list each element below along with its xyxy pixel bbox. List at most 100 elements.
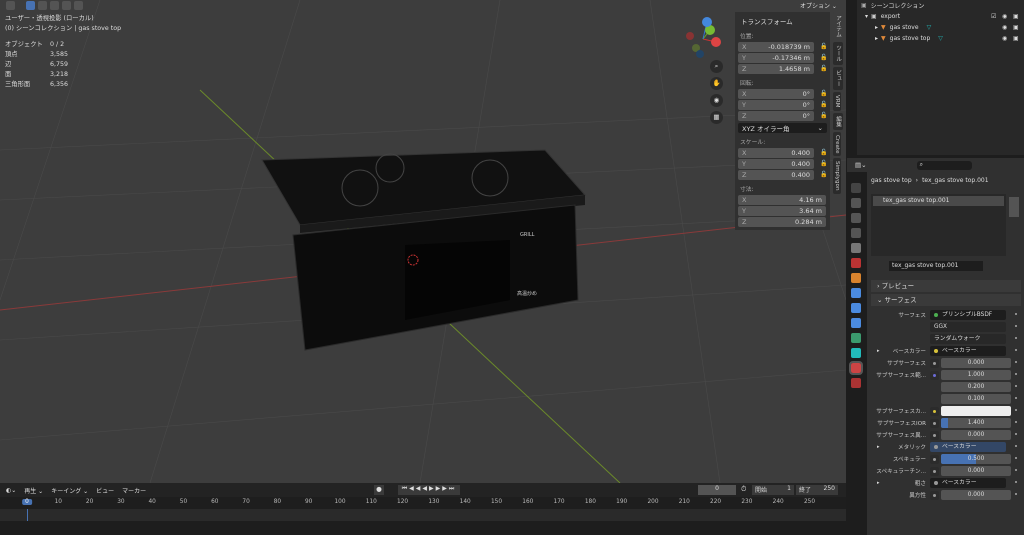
keyframe-dot-icon[interactable] — [1015, 325, 1017, 327]
property-number-field[interactable]: 0.000 — [941, 490, 1011, 500]
material-icon[interactable] — [849, 361, 863, 375]
property-number-field[interactable]: 1.000 — [941, 370, 1011, 380]
data-icon[interactable] — [851, 348, 861, 358]
tab-item[interactable]: アイテム — [833, 12, 843, 41]
tab-edit[interactable]: 編集 — [833, 112, 843, 130]
lock-icon[interactable]: 🔓 — [820, 160, 827, 167]
lock-icon[interactable]: 🔓 — [820, 90, 827, 97]
constraints-icon[interactable] — [851, 333, 861, 343]
editor-type-icon[interactable]: ▤⌄ — [855, 161, 867, 169]
property-number-field[interactable]: 0.100 — [941, 394, 1011, 404]
property-number-field[interactable]: 1.400 — [941, 418, 1011, 428]
camera-icon[interactable]: ◉ — [710, 94, 723, 107]
expand-arrow-icon[interactable]: ▸ — [877, 444, 880, 450]
property-link[interactable]: プリンシプルBSDF — [930, 310, 1006, 320]
preview-panel-header[interactable]: › プレビュー — [871, 280, 1021, 292]
keyframe-dot-icon[interactable] — [1015, 457, 1017, 459]
output-icon[interactable] — [851, 213, 861, 223]
menu-marker[interactable]: マーカー — [122, 486, 146, 495]
property-number-field[interactable]: 0.000 — [941, 358, 1011, 368]
keyframe-dot-icon[interactable] — [1015, 493, 1017, 495]
location-z-field[interactable]: Z 1.4658 m — [738, 64, 814, 74]
zoom-icon[interactable]: ⌕ — [710, 60, 723, 73]
dimension-y-field[interactable]: Y 3.64 m — [738, 206, 826, 216]
select-invert-icon[interactable] — [74, 1, 83, 10]
keyframe-dot-icon[interactable] — [1015, 361, 1017, 363]
particles-icon[interactable] — [851, 303, 861, 313]
start-frame-field[interactable]: 開始 1 — [752, 485, 794, 495]
keyframe-dot-icon[interactable] — [1015, 337, 1017, 339]
material-slot[interactable]: tex_gas stove top.001 — [873, 196, 1004, 206]
camera-icon[interactable]: ▣ — [1013, 35, 1019, 42]
playhead[interactable] — [27, 509, 28, 521]
select-subtract-icon[interactable] — [50, 1, 59, 10]
keyframe-dot-icon[interactable] — [1015, 313, 1017, 315]
outliner-item-gas-stove-top[interactable]: ▸ ▼ gas stove top ▽ ◉ ▣ — [857, 33, 1024, 44]
object-icon[interactable] — [851, 273, 861, 283]
socket-icon[interactable] — [930, 430, 939, 440]
location-y-field[interactable]: Y -0.17346 m — [738, 53, 814, 63]
menu-playback[interactable]: 再生 ⌄ — [24, 486, 43, 495]
menu-view[interactable]: ビュー — [96, 486, 114, 495]
property-link[interactable]: ベースカラー — [930, 346, 1006, 356]
select-intersect-icon[interactable] — [62, 1, 71, 10]
texture-icon[interactable] — [851, 378, 861, 388]
rotation-y-field[interactable]: Y 0° — [738, 100, 814, 110]
keyframe-dot-icon[interactable] — [1015, 349, 1017, 351]
keyframe-dot-icon[interactable] — [1015, 433, 1017, 435]
socket-icon[interactable] — [930, 370, 939, 380]
material-name-field[interactable]: tex_gas stove top.001 — [889, 261, 983, 271]
lock-icon[interactable]: 🔓 — [820, 43, 827, 50]
navigation-gizmo[interactable] — [680, 14, 725, 59]
material-slots-list[interactable]: tex_gas stove top.001 — [871, 194, 1006, 256]
add-remove-slot-buttons[interactable] — [1009, 197, 1019, 217]
socket-icon[interactable] — [930, 418, 939, 428]
lock-icon[interactable]: 🔓 — [820, 65, 827, 72]
property-link[interactable]: ベースカラー — [930, 478, 1006, 488]
socket-icon[interactable] — [930, 406, 939, 416]
dimension-x-field[interactable]: X 4.16 m — [738, 195, 826, 205]
tab-create[interactable]: Create — [833, 131, 841, 157]
rotation-mode-select[interactable]: XYZ オイラー角 ⌄ — [738, 123, 827, 133]
keyframe-dot-icon[interactable] — [1015, 421, 1017, 423]
keyframe-dot-icon[interactable] — [1015, 409, 1017, 411]
dimension-z-field[interactable]: Z 0.284 m — [738, 217, 826, 227]
record-button[interactable]: ● — [374, 485, 384, 495]
current-frame-field[interactable]: 0 — [698, 485, 736, 495]
editor-type-icon[interactable]: ◐⌄ — [6, 487, 16, 494]
outliner-item-gas-stove[interactable]: ▸ ▼ gas stove ▽ ◉ ▣ — [857, 22, 1024, 33]
outliner-collection-export[interactable]: ▾ ▣ export ☑ ◉ ▣ — [857, 11, 1024, 22]
checkbox-icon[interactable]: ☑ — [991, 13, 996, 20]
camera-icon[interactable]: ▣ — [1013, 13, 1019, 20]
property-number-field[interactable]: 0.000 — [941, 466, 1011, 476]
lock-icon[interactable]: 🔓 — [820, 171, 827, 178]
rotation-x-field[interactable]: X 0° — [738, 89, 814, 99]
tab-view[interactable]: ビュー — [833, 67, 843, 91]
scene-icon[interactable] — [851, 243, 861, 253]
scale-x-field[interactable]: X 0.400 — [738, 148, 814, 158]
socket-icon[interactable] — [930, 454, 939, 464]
select-extend-icon[interactable] — [38, 1, 47, 10]
expand-arrow-icon[interactable]: ▸ — [877, 480, 880, 486]
lock-icon[interactable]: 🔓 — [820, 101, 827, 108]
keyframe-dot-icon[interactable] — [1015, 481, 1017, 483]
lock-icon[interactable]: 🔓 — [820, 149, 827, 156]
property-number-field[interactable]: 0.500 — [941, 454, 1011, 464]
keyframe-dot-icon[interactable] — [1015, 469, 1017, 471]
eye-icon[interactable]: ◉ — [1002, 13, 1007, 20]
physics-icon[interactable] — [851, 318, 861, 328]
rotation-z-field[interactable]: Z 0° — [738, 111, 814, 121]
property-link[interactable]: ベースカラー — [930, 442, 1006, 452]
tab-tool[interactable]: ツール — [833, 42, 843, 66]
grid-icon[interactable]: ▦ — [710, 111, 723, 124]
property-select[interactable]: ランダムウォーク — [930, 334, 1006, 344]
select-new-icon[interactable] — [26, 1, 35, 10]
cursor-tool-icon[interactable] — [6, 1, 15, 10]
lock-icon[interactable]: 🔓 — [820, 54, 827, 61]
eye-icon[interactable]: ◉ — [1002, 35, 1007, 42]
menu-keying[interactable]: キーイング ⌄ — [51, 486, 88, 495]
property-number-field[interactable]: 0.200 — [941, 382, 1011, 392]
view-layer-icon[interactable] — [851, 228, 861, 238]
camera-icon[interactable]: ▣ — [1013, 24, 1019, 31]
surface-panel-header[interactable]: ⌄ サーフェス — [871, 294, 1021, 306]
